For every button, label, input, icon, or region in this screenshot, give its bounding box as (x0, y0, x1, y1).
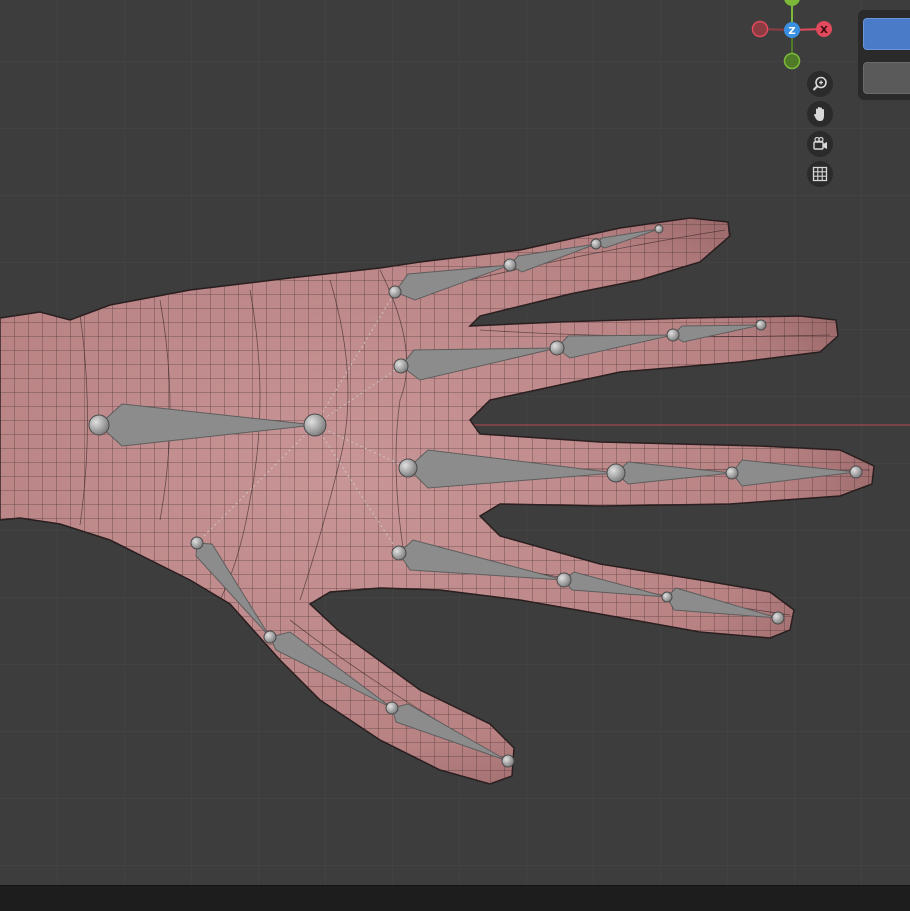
joint-middle-2 (549, 340, 565, 356)
gizmo-y-neg (783, 52, 801, 70)
perspective-toggle-button[interactable] (807, 161, 833, 187)
panel-button[interactable] (863, 62, 910, 94)
joint-middle-tip (755, 319, 767, 331)
hand-pan-icon (814, 107, 824, 121)
joint-thumb-3 (385, 701, 399, 715)
joint-ring-base (398, 458, 418, 478)
3d-viewport[interactable]: Z X (0, 0, 910, 885)
joint-pinky-2 (556, 572, 572, 588)
joint-palm-tip (303, 413, 327, 437)
zoom-icon (812, 76, 827, 91)
joint-thumb-base (190, 536, 204, 550)
panel-button-active[interactable] (863, 18, 910, 50)
camera-view-icon (813, 136, 827, 150)
joint-ring-3 (725, 466, 739, 480)
joint-index-2 (503, 258, 517, 272)
joint-index-base (388, 285, 402, 299)
joint-middle-base (393, 358, 409, 374)
gizmo-x-label: X (820, 25, 828, 36)
grid-perspective-icon (812, 166, 828, 182)
joint-ring-tip (849, 465, 863, 479)
joint-pinky-tip (771, 611, 785, 625)
gizmo-z-label: Z (788, 26, 795, 37)
gizmo-x-neg (751, 20, 769, 38)
joint-index-tip (654, 224, 664, 234)
status-bar (0, 885, 910, 911)
joint-palm-base (88, 414, 110, 436)
zoom-button[interactable] (807, 71, 833, 97)
joint-index-3 (590, 238, 602, 250)
joint-pinky-3 (661, 591, 673, 603)
pan-button[interactable] (807, 101, 833, 127)
camera-view-button[interactable] (807, 131, 833, 157)
joint-ring-2 (606, 463, 626, 483)
joint-thumb-tip (501, 754, 515, 768)
joint-thumb-2 (263, 630, 277, 644)
side-panel (858, 10, 910, 100)
joint-middle-3 (666, 328, 680, 342)
joint-pinky-base (391, 545, 407, 561)
